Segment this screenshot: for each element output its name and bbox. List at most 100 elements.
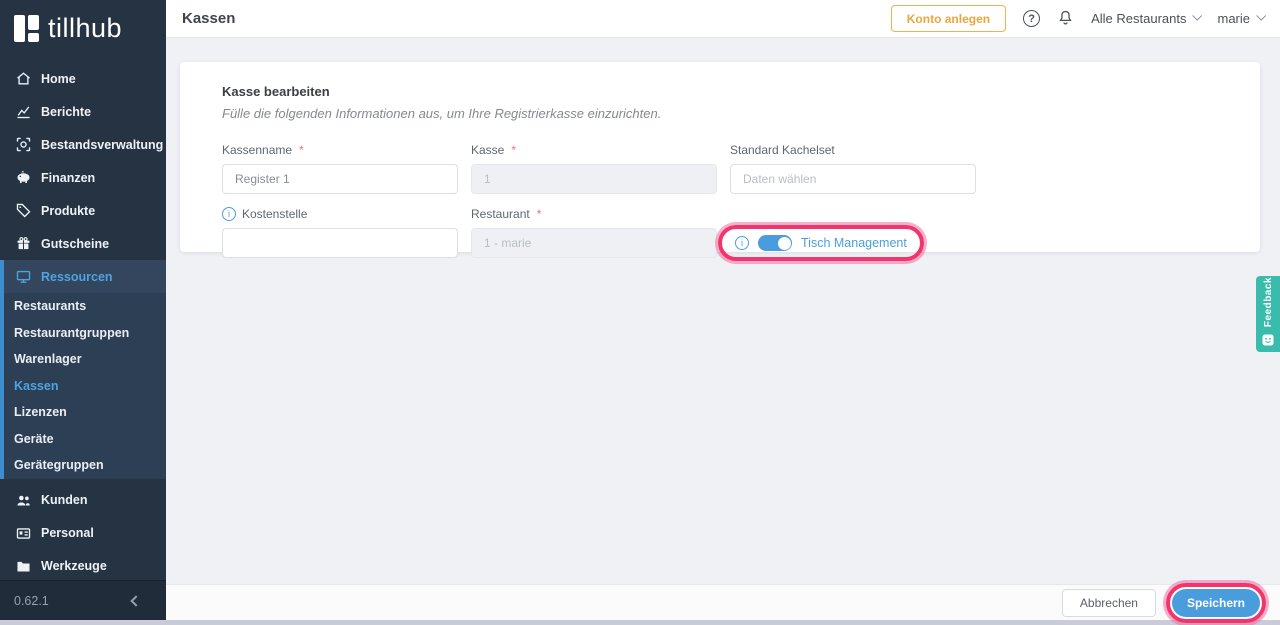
sidebar-item-produkte[interactable]: Produkte: [0, 194, 166, 227]
bell-icon: [1057, 9, 1074, 29]
kachelset-label: Standard Kachelset: [730, 143, 835, 157]
sidebar: tillhub Home Berichte Bestandsverwaltung…: [0, 0, 166, 620]
tag-icon: [14, 202, 32, 220]
sidebar-subitem-kassen[interactable]: Kassen: [4, 373, 166, 400]
sidebar-subitem-label: Restaurants: [14, 299, 87, 314]
kachelset-input[interactable]: [730, 164, 976, 194]
folder-icon: [14, 557, 32, 575]
user-menu-dropdown[interactable]: marie: [1217, 10, 1267, 26]
chevron-down-icon: [1192, 10, 1203, 21]
sidebar-subitem-geraete[interactable]: Geräte: [4, 426, 166, 453]
question-icon: ?: [1023, 10, 1041, 27]
kostenstelle-field-group: i Kostenstelle: [222, 207, 458, 258]
tisch-management-toggle[interactable]: [758, 235, 792, 251]
highlight-annotation-ring: i Tisch Management: [718, 225, 924, 261]
form-action-bar: Abbrechen Speichern: [166, 582, 1280, 623]
sidebar-item-kunden[interactable]: Kunden: [0, 484, 166, 517]
sidebar-item-ressourcen[interactable]: Ressourcen: [4, 260, 166, 293]
voucher-icon: [14, 235, 32, 253]
cancel-button[interactable]: Abbrechen: [1061, 588, 1156, 617]
sidebar-item-label: Ressourcen: [41, 269, 113, 284]
restaurant-filter-dropdown[interactable]: Alle Restaurants: [1091, 10, 1203, 26]
sidebar-item-label: Berichte: [41, 104, 92, 119]
id-badge-icon: [14, 524, 32, 542]
top-header: Kassen Konto anlegen ? Alle Restaurants …: [166, 0, 1280, 38]
sidebar-item-werkzeuge[interactable]: Werkzeuge: [0, 550, 166, 581]
sidebar-item-home[interactable]: Home: [0, 62, 166, 95]
restaurant-label: Restaurant: [471, 207, 530, 221]
sidebar-item-label: Gutscheine: [41, 236, 110, 251]
sidebar-subitem-restaurants[interactable]: Restaurants: [4, 293, 166, 320]
sidebar-item-label: Werkzeuge: [41, 559, 107, 573]
smiley-icon: [1262, 333, 1274, 351]
collapse-sidebar-icon[interactable]: [130, 594, 142, 607]
sidebar-subitem-label: Lizenzen: [14, 405, 67, 420]
bottom-edge-strip: [0, 620, 1280, 625]
tillhub-logo[interactable]: tillhub: [0, 0, 166, 54]
kachelset-field-group: Standard Kachelset: [730, 143, 976, 194]
restaurant-filter-label: Alle Restaurants: [1091, 11, 1187, 26]
sidebar-item-label: Finanzen: [41, 170, 96, 185]
sidebar-subitem-label: Kassen: [14, 378, 59, 393]
sidebar-item-bestandsverwaltung[interactable]: Bestandsverwaltung: [0, 128, 166, 161]
sidebar-item-label: Produkte: [41, 203, 96, 218]
main-area: Kassen Konto anlegen ? Alle Restaurants …: [166, 0, 1280, 623]
restaurant-field-group: Restaurant *: [471, 207, 717, 258]
chart-icon: [14, 103, 32, 121]
sidebar-item-berichte[interactable]: Berichte: [0, 95, 166, 128]
monitor-icon: [14, 268, 32, 286]
sidebar-subitem-label: Warenlager: [14, 352, 82, 367]
tillhub-logo-icon: [14, 15, 39, 42]
notifications-button[interactable]: [1057, 9, 1074, 29]
card-title: Kasse bearbeiten: [222, 84, 330, 99]
kassenname-field-group: Kassenname *: [222, 143, 458, 194]
kasse-bearbeiten-card: Kasse bearbeiten Fülle die folgenden Inf…: [180, 62, 1260, 261]
sidebar-item-gutscheine[interactable]: Gutscheine: [0, 227, 166, 260]
required-mark: *: [536, 207, 542, 221]
home-icon: [14, 70, 32, 88]
tisch-management-group: i Tisch Management: [718, 225, 976, 261]
sidebar-subitem-lizenzen[interactable]: Lizenzen: [4, 399, 166, 426]
user-menu-label: marie: [1217, 11, 1250, 26]
sidebar-section-ressourcen: Ressourcen Restaurants Restaurantgruppen…: [0, 260, 166, 479]
restaurant-input: [471, 228, 717, 258]
sidebar-subitem-restaurantgruppen[interactable]: Restaurantgruppen: [4, 320, 166, 347]
kostenstelle-label: Kostenstelle: [242, 207, 308, 221]
kassenname-label: Kassenname: [222, 143, 293, 157]
highlight-annotation-ring: Speichern: [1165, 582, 1266, 623]
required-mark: *: [511, 143, 517, 157]
logo-text: tillhub: [48, 13, 123, 43]
sidebar-item-label: Bestandsverwaltung: [41, 137, 164, 152]
inventory-icon: [14, 136, 32, 154]
save-button[interactable]: Speichern: [1171, 588, 1260, 617]
piggy-bank-icon: [14, 169, 32, 187]
kostenstelle-input[interactable]: [222, 228, 458, 258]
sidebar-nav: Home Berichte Bestandsverwaltung Finanze…: [0, 54, 166, 580]
chevron-down-icon: [1256, 10, 1267, 21]
kasse-label: Kasse: [471, 143, 505, 157]
required-mark: *: [299, 143, 304, 157]
app-version: 0.62.1: [14, 593, 49, 608]
kasse-field-group: Kasse *: [471, 143, 717, 194]
info-icon[interactable]: i: [735, 236, 749, 250]
sidebar-item-finanzen[interactable]: Finanzen: [0, 161, 166, 194]
kasse-input: [471, 164, 717, 194]
sidebar-item-label: Kunden: [41, 493, 88, 507]
kassenname-input[interactable]: [222, 164, 458, 194]
sidebar-item-label: Home: [41, 71, 76, 86]
konto-anlegen-button[interactable]: Konto anlegen: [890, 5, 1007, 32]
sidebar-subitem-label: Gerätegruppen: [14, 458, 104, 473]
page-title: Kassen: [182, 10, 236, 27]
sidebar-footer: 0.62.1: [0, 580, 166, 620]
info-icon[interactable]: i: [222, 207, 236, 221]
sidebar-subitem-warenlager[interactable]: Warenlager: [4, 346, 166, 373]
sidebar-item-label: Personal: [41, 526, 94, 540]
sidebar-subitem-label: Restaurantgruppen: [14, 325, 130, 340]
help-button[interactable]: ?: [1023, 10, 1041, 27]
tisch-management-label: Tisch Management: [801, 236, 907, 250]
sidebar-subitem-label: Geräte: [14, 431, 54, 446]
sidebar-item-personal[interactable]: Personal: [0, 517, 166, 550]
content-area: Kasse bearbeiten Fülle die folgenden Inf…: [166, 38, 1280, 584]
sidebar-subitem-geraetegruppen[interactable]: Gerätegruppen: [4, 452, 166, 479]
feedback-tab[interactable]: Feedback: [1256, 276, 1280, 352]
